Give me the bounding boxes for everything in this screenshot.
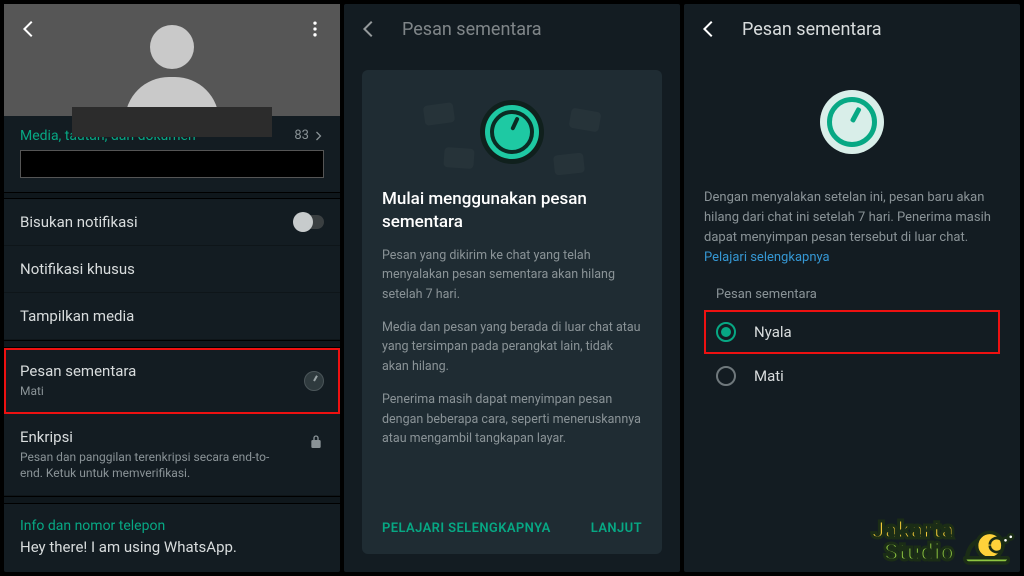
section-divider	[4, 192, 340, 200]
modal-paragraph: Media dan pesan yang berada di luar chat…	[382, 318, 642, 376]
lock-icon	[308, 434, 324, 454]
about-text: Hey there! I am using WhatsApp.	[4, 538, 340, 572]
more-icon[interactable]	[304, 18, 326, 40]
continue-button[interactable]: LANJUT	[591, 521, 642, 536]
disappearing-modal: Mulai menggunakan pesan sementara Pesan …	[362, 70, 662, 554]
modal-paragraph: Penerima masih dapat menyimpan pesan den…	[382, 390, 642, 448]
page-title: Pesan sementara	[402, 19, 542, 40]
disappearing-item[interactable]: Pesan sementara Mati	[4, 348, 340, 414]
section-divider	[4, 340, 340, 348]
profile-avatar	[102, 0, 242, 137]
timer-icon	[485, 105, 539, 159]
back-icon[interactable]	[698, 18, 720, 40]
mute-switch[interactable]	[294, 215, 324, 229]
learn-more-link[interactable]: Pelajari selengkapnya	[704, 250, 830, 265]
encryption-item[interactable]: Enkripsi Pesan dan panggilan terenkripsi…	[4, 414, 340, 496]
modal-hero	[382, 88, 642, 176]
screen-disappearing-settings: Pesan sementara Dengan menyalakan setela…	[684, 4, 1020, 572]
hero-illustration	[704, 62, 1000, 182]
modal-paragraph: Pesan yang dikirim ke chat yang telah me…	[382, 246, 642, 304]
radio-icon	[716, 366, 736, 386]
media-count: 83	[294, 128, 324, 143]
radio-off[interactable]: Mati	[704, 354, 1000, 398]
radio-icon	[716, 322, 736, 342]
screen-modal: Pesan sementara Mulai menggunakan pesan …	[344, 4, 680, 572]
radio-on[interactable]: Nyala	[704, 310, 1000, 354]
modal-heading: Mulai menggunakan pesan sementara	[382, 188, 642, 234]
page-title: Pesan sementara	[742, 19, 882, 40]
screen-contact-info: Media, tautan, dan dokumen 83 Bisukan no…	[4, 4, 340, 572]
section-divider	[4, 496, 340, 504]
show-media-item[interactable]: Tampilkan media	[4, 293, 340, 340]
media-thumbnail[interactable]	[20, 150, 324, 178]
profile-header	[4, 4, 340, 116]
custom-notif-item[interactable]: Notifikasi khusus	[4, 246, 340, 293]
radio-group-label: Pesan sementara	[704, 287, 1000, 302]
info-section-label: Info dan nomor telepon	[4, 504, 340, 538]
timer-icon	[304, 371, 324, 391]
description: Dengan menyalakan setelan ini, pesan bar…	[704, 188, 1000, 269]
back-icon[interactable]	[358, 18, 380, 40]
mute-item[interactable]: Bisukan notifikasi	[4, 199, 340, 246]
learn-more-button[interactable]: PELAJARI SELENGKAPNYA	[382, 521, 551, 536]
back-icon[interactable]	[18, 18, 40, 40]
timer-icon	[820, 90, 884, 154]
